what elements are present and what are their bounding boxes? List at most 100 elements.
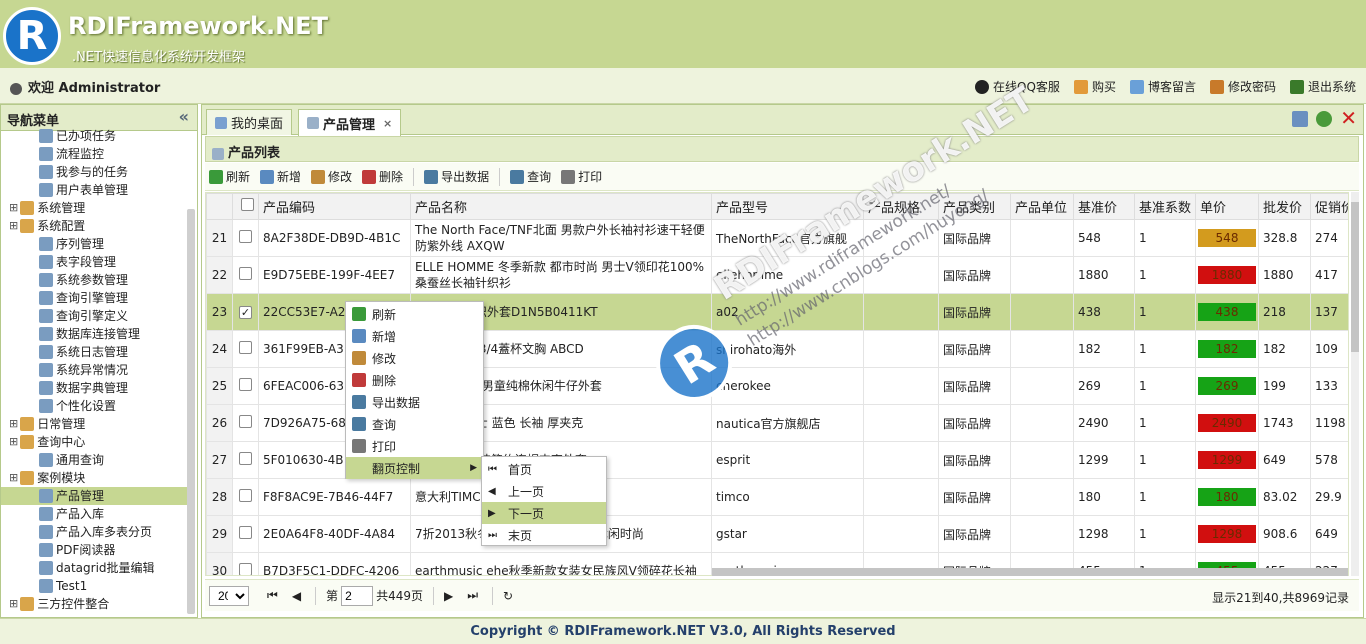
- column-header[interactable]: 产品编码: [258, 193, 411, 220]
- tree-toggle-icon[interactable]: ⊞: [9, 415, 18, 433]
- column-header[interactable]: 基准系数: [1134, 193, 1196, 220]
- tree-toggle-icon[interactable]: ⊞: [9, 595, 18, 612]
- tab-close-icon[interactable]: ×: [383, 117, 392, 130]
- page-number-input[interactable]: [341, 585, 374, 606]
- tab-desktop[interactable]: 我的桌面: [206, 109, 293, 135]
- refresh-button[interactable]: 刷新: [209, 168, 250, 185]
- nav-item[interactable]: ⊞ 三方控件整合: [1, 595, 187, 612]
- nav-item[interactable]: 我参与的任务: [1, 163, 187, 181]
- grid-vertical-thumb[interactable]: [1351, 202, 1359, 352]
- select-all-checkbox[interactable]: [241, 198, 254, 211]
- submenu-last-page-item[interactable]: ⏭ 末页: [482, 524, 606, 546]
- column-header[interactable]: 批发价: [1258, 193, 1311, 220]
- nav-item[interactable]: 数据字典管理: [1, 379, 187, 397]
- column-header[interactable]: 基准价: [1073, 193, 1135, 220]
- nav-item[interactable]: PDF阅读器: [1, 541, 187, 559]
- blog-message-link[interactable]: 博客留言: [1129, 78, 1196, 95]
- ctx-delete-item[interactable]: 删除: [346, 369, 483, 391]
- nav-item[interactable]: 用户表单管理: [1, 181, 187, 199]
- nav-item[interactable]: 系统日志管理: [1, 343, 187, 361]
- nav-item[interactable]: 流程监控: [1, 145, 187, 163]
- column-header[interactable]: 产品型号: [711, 193, 864, 220]
- buy-link[interactable]: 购买: [1073, 78, 1116, 95]
- table-row[interactable]: 22 E9D75EBE-199F-4EE7 ELLE HOMME 冬季新款 都市时尚…: [206, 256, 1348, 294]
- row-checkbox[interactable]: [239, 230, 252, 243]
- nav-item[interactable]: ⊞ 案例模块: [1, 469, 187, 487]
- row-checkbox[interactable]: ✓: [239, 306, 252, 319]
- nav-item[interactable]: ⊞ 系统管理: [1, 199, 187, 217]
- tree-toggle-icon[interactable]: ⊞: [9, 433, 18, 451]
- column-header[interactable]: 产品单位: [1010, 193, 1074, 220]
- column-header[interactable]: 产品类别: [938, 193, 1011, 220]
- ctx-print-item[interactable]: 打印: [346, 435, 483, 457]
- add-button[interactable]: 新增: [260, 168, 301, 185]
- nav-scrollbar[interactable]: [187, 209, 195, 614]
- nav-item[interactable]: ⊞ 日常管理: [1, 415, 187, 433]
- first-page-icon[interactable]: ⏮: [267, 588, 278, 603]
- change-password-link[interactable]: 修改密码: [1209, 78, 1276, 95]
- nav-item[interactable]: 产品入库: [1, 505, 187, 523]
- nav-item[interactable]: 已办项任务: [1, 127, 187, 145]
- ctx-refresh-item[interactable]: 刷新: [346, 303, 483, 325]
- row-checkbox[interactable]: [239, 267, 252, 280]
- row-checkbox[interactable]: [239, 489, 252, 502]
- column-header[interactable]: 产品名称: [410, 193, 712, 220]
- nav-item[interactable]: Test1: [1, 577, 187, 595]
- nav-item[interactable]: 产品入库多表分页: [1, 523, 187, 541]
- page-size-select[interactable]: 20: [209, 585, 249, 606]
- qq-service-link[interactable]: 在线QQ客服: [975, 78, 1060, 95]
- home-icon[interactable]: [1292, 111, 1309, 127]
- ctx-add-item[interactable]: 新增: [346, 325, 483, 347]
- row-checkbox[interactable]: [239, 452, 252, 465]
- next-page-icon[interactable]: ▶: [444, 589, 453, 603]
- nav-item[interactable]: 查询引擎定义: [1, 307, 187, 325]
- tree-toggle-icon[interactable]: ⊞: [9, 199, 18, 217]
- collapse-icon[interactable]: «: [179, 107, 189, 126]
- ctx-export-item[interactable]: 导出数据: [346, 391, 483, 413]
- ctx-edit-item[interactable]: 修改: [346, 347, 483, 369]
- row-checkbox[interactable]: [239, 526, 252, 539]
- table-row[interactable]: 28F8F8AC9E-7B46-44F7意大利TIMCO 正品 包邮timco国…: [206, 478, 1348, 516]
- row-checkbox[interactable]: [239, 341, 252, 354]
- row-checkbox[interactable]: [239, 563, 252, 575]
- refresh-icon[interactable]: [1316, 111, 1333, 127]
- row-checkbox[interactable]: [239, 378, 252, 391]
- nav-item[interactable]: 通用查询: [1, 451, 187, 469]
- nav-item[interactable]: 个性化设置: [1, 397, 187, 415]
- delete-button[interactable]: 删除: [362, 168, 403, 185]
- tab-product-management[interactable]: 产品管理 ×: [298, 109, 402, 136]
- tree-toggle-icon[interactable]: ⊞: [9, 469, 18, 487]
- nav-item[interactable]: 序列管理: [1, 235, 187, 253]
- column-header[interactable]: 促销价: [1310, 193, 1348, 220]
- submenu-first-page-item[interactable]: ⏮ 首页: [482, 458, 606, 480]
- export-button[interactable]: 导出数据: [424, 168, 489, 185]
- nav-item[interactable]: datagrid批量编辑: [1, 559, 187, 577]
- nav-item[interactable]: 数据库连接管理: [1, 325, 187, 343]
- nav-item[interactable]: 产品管理: [1, 487, 187, 505]
- row-checkbox[interactable]: [239, 415, 252, 428]
- nav-item[interactable]: ⊞ 系统配置: [1, 217, 187, 235]
- nav-item[interactable]: 系统异常情况: [1, 361, 187, 379]
- nav-item[interactable]: 系统参数管理: [1, 271, 187, 289]
- table-row[interactable]: 292E0A64F8-40DF-4A847折2013秋冬 gstar长袖立领男装…: [206, 515, 1348, 553]
- table-row[interactable]: 21 8A2F38DE-DB9D-4B1C The North Face/TNF北面…: [206, 219, 1348, 257]
- last-page-icon[interactable]: ⏭: [467, 588, 478, 603]
- ctx-paging-item[interactable]: 翻页控制 ▶: [346, 457, 483, 479]
- close-all-icon[interactable]: ✕: [1340, 107, 1357, 129]
- query-button[interactable]: 查询: [510, 168, 551, 185]
- prev-page-icon[interactable]: ◀: [292, 589, 301, 603]
- nav-item[interactable]: 表字段管理: [1, 253, 187, 271]
- nav-item[interactable]: ⊞ 查询中心: [1, 433, 187, 451]
- submenu-prev-page-item[interactable]: ◀ 上一页: [482, 480, 606, 502]
- grid-vertical-scrollbar[interactable]: [1351, 192, 1359, 576]
- nav-item[interactable]: 查询引擎管理: [1, 289, 187, 307]
- grid-horizontal-scrollbar[interactable]: [712, 568, 1348, 576]
- logout-link[interactable]: 退出系统: [1289, 78, 1356, 95]
- column-header[interactable]: 单价: [1195, 193, 1259, 220]
- reload-icon[interactable]: ↻: [503, 589, 513, 603]
- tree-toggle-icon[interactable]: ⊞: [9, 217, 18, 235]
- edit-button[interactable]: 修改: [311, 168, 352, 185]
- ctx-query-item[interactable]: 查询: [346, 413, 483, 435]
- submenu-next-page-item[interactable]: ▶ 下一页: [482, 502, 606, 524]
- column-header[interactable]: 产品规格: [863, 193, 939, 220]
